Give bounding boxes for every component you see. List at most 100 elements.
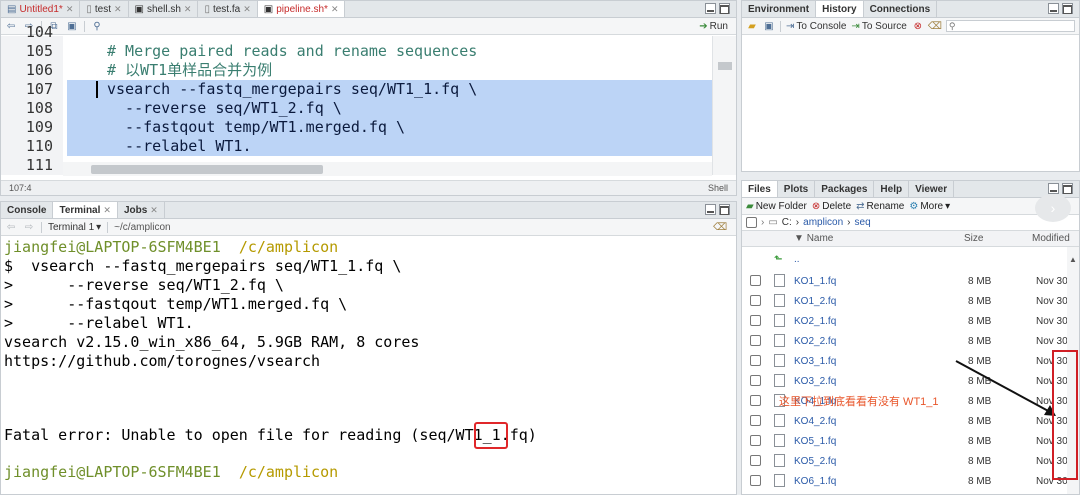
table-row[interactable]: KO1_1.fq 8 MB Nov 30, [742, 271, 1079, 291]
sort-modified-header[interactable]: Modified [1032, 233, 1070, 244]
open-folder-icon[interactable]: ▰ [746, 20, 758, 32]
row-checkbox[interactable] [750, 455, 761, 466]
close-icon[interactable]: ✕ [331, 4, 339, 15]
tab-test[interactable]: ▯ test ✕ [80, 1, 129, 17]
close-icon[interactable]: ✕ [243, 4, 251, 15]
file-name-link[interactable]: KO1_2.fq [794, 296, 836, 307]
row-checkbox[interactable] [750, 375, 761, 386]
tab-pipeline[interactable]: ▣ pipeline.sh* ✕ [257, 1, 346, 17]
maximize-icon[interactable] [1062, 3, 1073, 14]
table-row[interactable]: KO5_1.fq 8 MB Nov 30, [742, 431, 1079, 451]
minimize-icon[interactable] [1048, 3, 1059, 14]
tab-plots[interactable]: Plots [778, 181, 816, 197]
row-checkbox[interactable] [750, 355, 761, 366]
tab-shell[interactable]: ▣ shell.sh ✕ [129, 1, 199, 17]
code-editor[interactable]: 104 105 # Merge paired reads and rename s… [1, 23, 736, 175]
back-arrow-icon[interactable]: ⇦ [5, 221, 17, 233]
file-type-menu[interactable]: Shell [708, 183, 728, 193]
tab-console[interactable]: Console [1, 202, 54, 218]
close-icon[interactable]: ✕ [114, 4, 122, 15]
new-folder-button[interactable]: ▰ New Folder [746, 201, 807, 212]
table-row[interactable]: KO2_2.fq 8 MB Nov 30, [742, 331, 1079, 351]
editor-vertical-scrollbar[interactable] [712, 36, 736, 175]
table-row[interactable]: KO6_1.fq 8 MB Nov 30, [742, 471, 1079, 491]
file-icon: ▤ [7, 3, 17, 15]
editor-horizontal-scrollbar[interactable] [63, 162, 712, 176]
crumb-seq[interactable]: seq [855, 217, 871, 228]
sort-name-header[interactable]: ▼ Name [794, 233, 833, 244]
row-checkbox[interactable] [750, 315, 761, 326]
sort-size-header[interactable]: Size [964, 233, 983, 244]
minimize-icon[interactable] [705, 3, 716, 14]
to-console-button[interactable]: ⇥ To Console [786, 21, 846, 32]
terminal-error-line: Fatal error: Unable to open file for rea… [4, 426, 537, 444]
tab-untitled1[interactable]: ▤ Untitled1* ✕ [1, 1, 81, 17]
row-checkbox[interactable] [750, 295, 761, 306]
table-row[interactable]: KO1_2.fq 8 MB Nov 30, [742, 291, 1079, 311]
table-row[interactable]: KO2_1.fq 8 MB Nov 30, [742, 311, 1079, 331]
more-button[interactable]: ⚙ More ▾ [909, 201, 950, 212]
row-checkbox[interactable] [750, 475, 761, 486]
file-name-link[interactable]: KO2_2.fq [794, 336, 836, 347]
rename-button[interactable]: ⇄ Rename [856, 201, 904, 212]
tab-jobs[interactable]: Jobs ✕ [118, 202, 165, 218]
tab-packages[interactable]: Packages [815, 181, 875, 197]
close-icon[interactable]: ✕ [150, 205, 158, 216]
refresh-button[interactable]: › [1035, 194, 1071, 222]
maximize-icon[interactable] [719, 204, 730, 215]
table-row[interactable]: KO5_2.fq 8 MB Nov 30, [742, 451, 1079, 471]
clear-brush-icon[interactable]: ⌫ [928, 20, 942, 32]
clear-brush-icon[interactable]: ⌫ [713, 221, 727, 233]
save-icon[interactable]: ▣ [66, 20, 78, 32]
chevron-right-icon: › [1050, 200, 1056, 216]
select-all-checkbox[interactable] [746, 217, 757, 228]
close-icon[interactable]: ✕ [184, 4, 192, 15]
to-source-button[interactable]: ⇥ To Source [851, 21, 906, 32]
file-name-link[interactable]: KO6_1.fq [794, 476, 836, 487]
remove-icon[interactable]: ⊗ [912, 20, 924, 32]
file-name-link[interactable]: KO3_2.fq [794, 376, 836, 387]
scroll-up-icon[interactable]: ▲ [1069, 255, 1077, 264]
history-toolbar: ▰ ▣ ⇥ To Console ⇥ To Source ⊗ ⌫ ⚲ [742, 18, 1079, 35]
close-icon[interactable]: ✕ [103, 205, 111, 216]
tab-test-fa[interactable]: ▯ test.fa ✕ [198, 1, 258, 17]
tab-viewer[interactable]: Viewer [909, 181, 955, 197]
terminal-output[interactable]: jiangfei@LAPTOP-6SFM4BE1 /c/amplicon $ v… [1, 238, 736, 494]
maximize-icon[interactable] [1062, 183, 1073, 194]
tab-environment[interactable]: Environment [742, 1, 817, 17]
tab-terminal[interactable]: Terminal ✕ [53, 202, 118, 218]
row-checkbox[interactable] [750, 335, 761, 346]
row-checkbox[interactable] [750, 435, 761, 446]
file-icon [774, 434, 785, 447]
tab-files[interactable]: Files [742, 181, 778, 197]
crumb-drive[interactable]: C: [782, 217, 792, 228]
file-name-link[interactable]: KO4_2.fq [794, 416, 836, 427]
terminal-prompt: jiangfei@LAPTOP-6SFM4BE1 /c/amplicon [4, 238, 339, 256]
row-checkbox[interactable] [750, 415, 761, 426]
delete-button[interactable]: ⊗ Delete [812, 201, 851, 212]
tab-help[interactable]: Help [874, 181, 910, 197]
history-search-input[interactable]: ⚲ [945, 20, 1075, 32]
crumb-amplicon[interactable]: amplicon [803, 217, 843, 228]
file-name-link[interactable]: KO5_2.fq [794, 456, 836, 467]
file-size: 8 MB [968, 295, 992, 307]
maximize-icon[interactable] [719, 3, 730, 14]
row-checkbox[interactable] [750, 275, 761, 286]
tab-history[interactable]: History [816, 1, 864, 17]
run-button[interactable]: ➔ Run [699, 21, 728, 32]
file-icon: ▯ [86, 3, 92, 15]
tab-connections[interactable]: Connections [864, 1, 938, 17]
list-item[interactable]: ⬑ .. [742, 249, 1079, 269]
row-checkbox[interactable] [750, 395, 761, 406]
file-name-link[interactable]: KO5_1.fq [794, 436, 836, 447]
file-name-link[interactable]: KO3_1.fq [794, 356, 836, 367]
forward-arrow-icon[interactable]: ⇨ [23, 221, 35, 233]
close-icon[interactable]: ✕ [66, 4, 74, 15]
minimize-icon[interactable] [705, 204, 716, 215]
file-name-link[interactable]: KO1_1.fq [794, 276, 836, 287]
search-icon[interactable]: ⚲ [91, 20, 103, 32]
minimize-icon[interactable] [1048, 183, 1059, 194]
terminal-selector[interactable]: Terminal 1 ▾ [48, 222, 101, 233]
save-icon[interactable]: ▣ [763, 20, 775, 32]
file-name-link[interactable]: KO2_1.fq [794, 316, 836, 327]
